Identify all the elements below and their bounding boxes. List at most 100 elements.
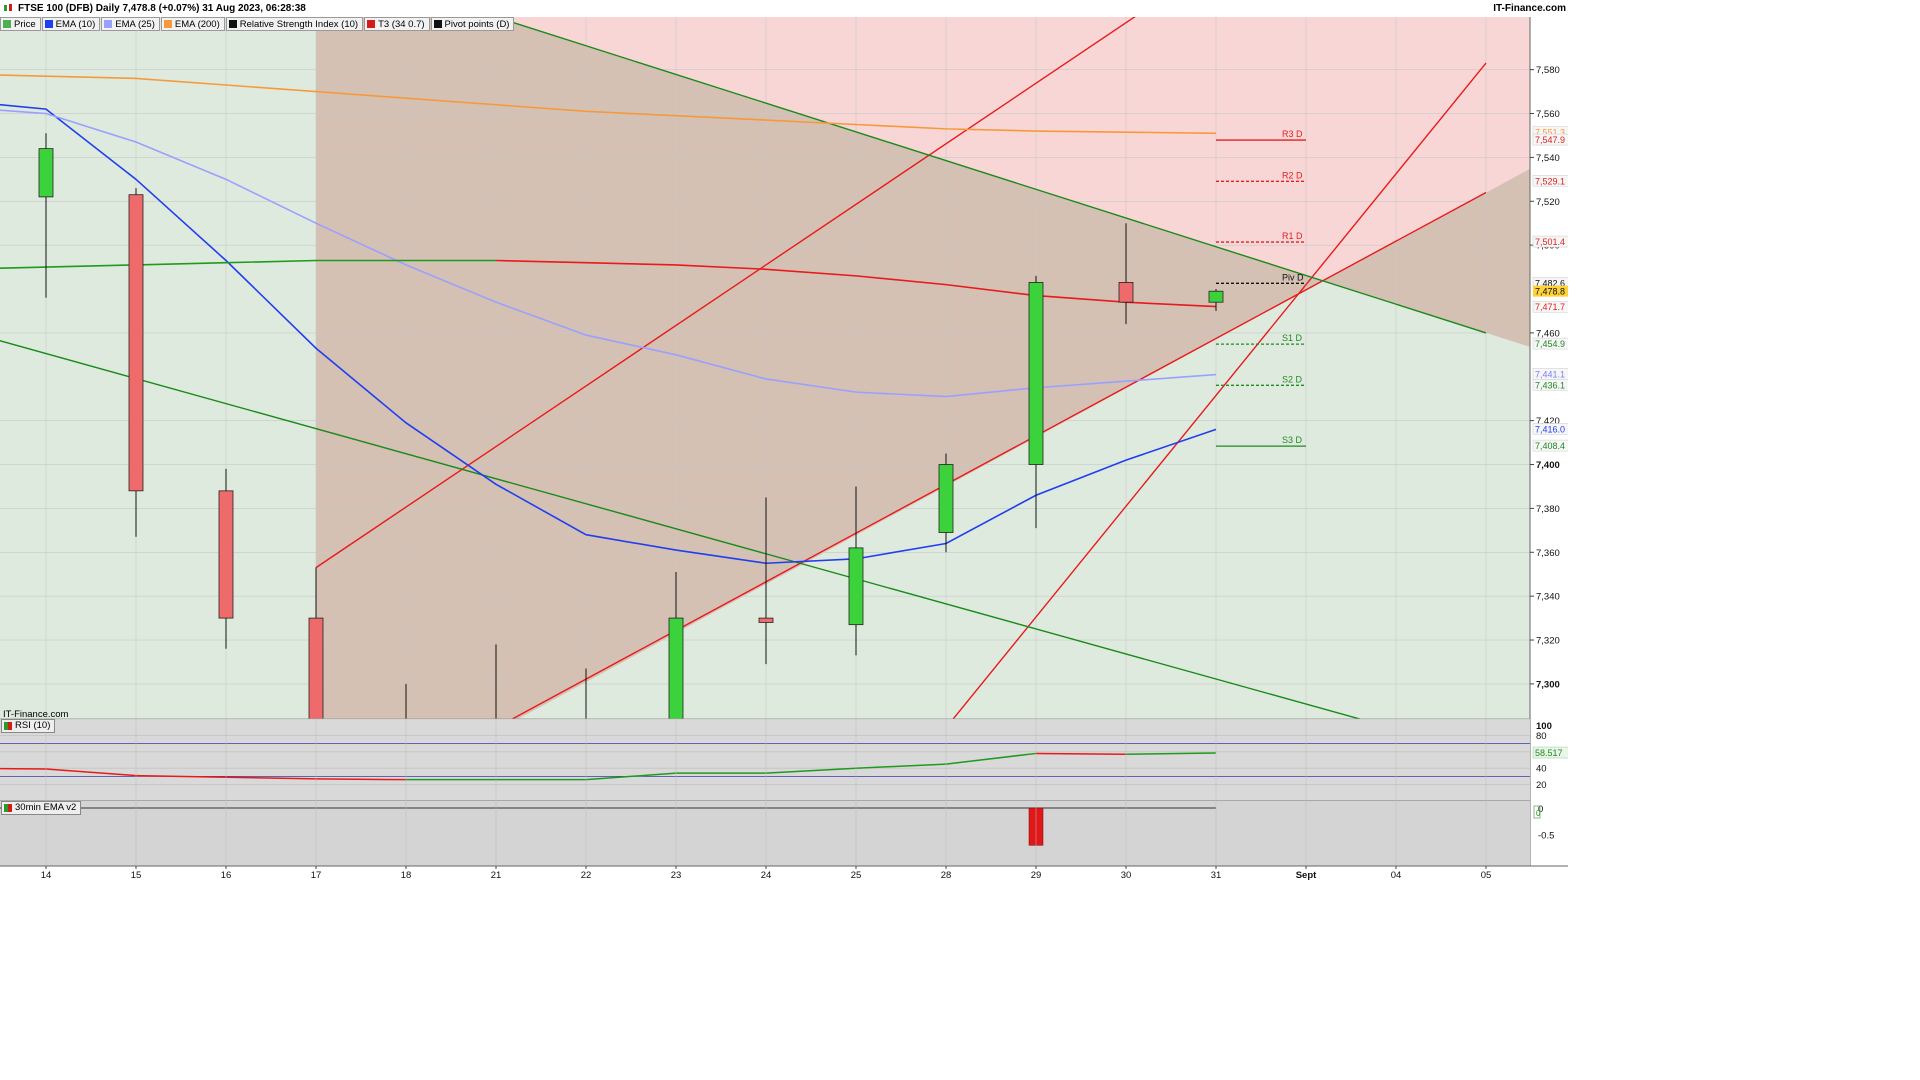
candle-body: [128, 194, 144, 492]
rsi-panel-label[interactable]: RSI (10): [1, 719, 56, 733]
x-tick-label: 04: [1391, 870, 1402, 881]
price-tag: 7,471.7: [1535, 302, 1565, 312]
rsi-line-segment: [1035, 752, 1127, 756]
y-tick-label: 7,300: [1536, 679, 1560, 690]
legend-item-t3-34-0-7[interactable]: T3 (34 0.7): [364, 17, 430, 31]
x-tick-label: 30: [1121, 870, 1132, 881]
ema30-tick-label: -0.5: [1538, 831, 1554, 842]
rsi-swatch-icon: [4, 722, 12, 730]
pivot-label: S2 D: [1282, 374, 1303, 384]
legend-item-ema-25[interactable]: EMA (25): [101, 17, 160, 31]
candle-body: [308, 617, 324, 719]
legend-item-relative-strength-index-10[interactable]: Relative Strength Index (10): [225, 17, 364, 31]
price-tag: 7,436.1: [1535, 380, 1565, 390]
rsi-panel-title: RSI (10): [15, 720, 51, 731]
y-tick-label: 7,380: [1536, 504, 1560, 515]
x-tick-label: 14: [41, 870, 52, 881]
candle-body: [938, 464, 954, 533]
pivot-label: Piv D: [1282, 272, 1304, 282]
price-tag: 7,547.9: [1535, 135, 1565, 145]
ema30-swatch-icon: [4, 804, 12, 812]
legend-label: Price: [14, 18, 36, 30]
candle-body: [1208, 290, 1224, 303]
price-tag: 7,454.9: [1535, 339, 1565, 349]
candle-body: [848, 547, 864, 626]
pivot-label: S3 D: [1282, 435, 1303, 445]
legend-label: T3 (34 0.7): [378, 18, 425, 30]
pivot-label: S1 D: [1282, 333, 1303, 343]
price-tag: 7,501.4: [1535, 237, 1565, 247]
legend-label: EMA (200): [174, 18, 220, 30]
rsi-line-segment: [315, 778, 407, 781]
legend-label: EMA (25): [115, 18, 155, 30]
y-tick-label: 7,400: [1536, 460, 1560, 471]
pivot-label: R2 D: [1282, 170, 1303, 180]
y-tick-label: 7,360: [1536, 548, 1560, 559]
rsi-tick-label: 20: [1536, 780, 1547, 791]
x-tick-label: 23: [671, 870, 682, 881]
candle-body: [1118, 282, 1134, 303]
ema10-swatch-icon: [44, 20, 53, 28]
legend-label: EMA (10): [55, 18, 96, 30]
ema30-panel-label[interactable]: 30min EMA v2: [1, 801, 82, 815]
legend-label: Relative Strength Index (10): [239, 18, 359, 30]
x-tick-label: 21: [491, 870, 502, 881]
x-tick-label: 28: [941, 870, 952, 881]
legend-label: Pivot points (D): [444, 18, 510, 30]
candle-body: [218, 490, 234, 619]
chart-canvas: R3 D R2 D R1 D Piv D S1 D S2 D S3 D 7,300 7,320 7…: [0, 17, 1568, 882]
chart-title: FTSE 100 (DFB) Daily 7,478.8 (+0.07%) 31…: [18, 3, 306, 14]
rsi-line-segment: [0, 767, 47, 770]
rsi-swatch-icon: [228, 20, 237, 28]
rsi-tick-label: 100: [1536, 721, 1552, 732]
price-tag: 7,529.1: [1535, 176, 1565, 186]
price-tag: 7,441.1: [1535, 369, 1565, 379]
x-tick-label: 22: [581, 870, 592, 881]
ema30-panel-bg: [0, 801, 1530, 866]
candle-body: [38, 148, 54, 198]
y-tick-label: 7,560: [1536, 109, 1560, 120]
x-tick-label: 24: [761, 870, 772, 881]
price-tag: 7,478.8: [1535, 287, 1565, 297]
y-tick-label: 7,460: [1536, 328, 1560, 339]
y-tick-label: 7,540: [1536, 153, 1560, 164]
x-axis-bg: [0, 866, 1568, 882]
legend-item-pivot-points-d[interactable]: Pivot points (D): [430, 17, 515, 31]
y-tick-label: 7,520: [1536, 197, 1560, 208]
t3-swatch-icon: [367, 20, 376, 28]
y-tick-label: 7,340: [1536, 592, 1560, 603]
candle-body: [758, 617, 774, 623]
x-tick-label: 05: [1481, 870, 1492, 881]
ema30-value-tag: 0: [1536, 809, 1541, 818]
y-tick-label: 7,580: [1536, 65, 1560, 76]
x-tick-label: 16: [221, 870, 232, 881]
rsi-tick-label: 40: [1536, 764, 1547, 775]
ema30-panel-title: 30min EMA v2: [15, 802, 77, 813]
price-tag: 7,408.4: [1535, 441, 1565, 451]
ema25-swatch-icon: [104, 20, 113, 28]
chart-header: FTSE 100 (DFB) Daily 7,478.8 (+0.07%) 31…: [0, 0, 1568, 17]
candle-body: [1028, 282, 1044, 465]
legend-item-ema-200[interactable]: EMA (200): [160, 17, 225, 31]
pivot-label: R1 D: [1282, 231, 1303, 241]
price-swatch-icon: [3, 20, 11, 28]
x-tick-label: 31: [1211, 870, 1222, 881]
candlestick-logo-icon: [4, 4, 12, 11]
rsi-panel-bg: [0, 719, 1530, 801]
y-tick-label: 7,320: [1536, 636, 1560, 647]
x-tick-label: 17: [311, 870, 322, 881]
price-tag: 7,416.0: [1535, 424, 1565, 434]
x-tick-label: Sept: [1296, 870, 1317, 881]
x-tick-label: 25: [851, 870, 862, 881]
x-tick-label: 18: [401, 870, 412, 881]
x-tick-label: 15: [131, 870, 142, 881]
ema200-swatch-icon: [163, 20, 172, 28]
rsi-value-tag: 58.517: [1535, 748, 1563, 758]
legend-item-price[interactable]: Price: [0, 17, 41, 31]
x-tick-label: 29: [1031, 870, 1042, 881]
legend-item-ema-10[interactable]: EMA (10): [41, 17, 101, 31]
candle-body: [668, 617, 684, 719]
legend-bar: Price EMA (10) EMA (25) EMA (200) Relative S…: [0, 17, 515, 31]
pivot-label: R3 D: [1282, 129, 1303, 139]
brand-label: IT-Finance.com: [1493, 3, 1566, 14]
